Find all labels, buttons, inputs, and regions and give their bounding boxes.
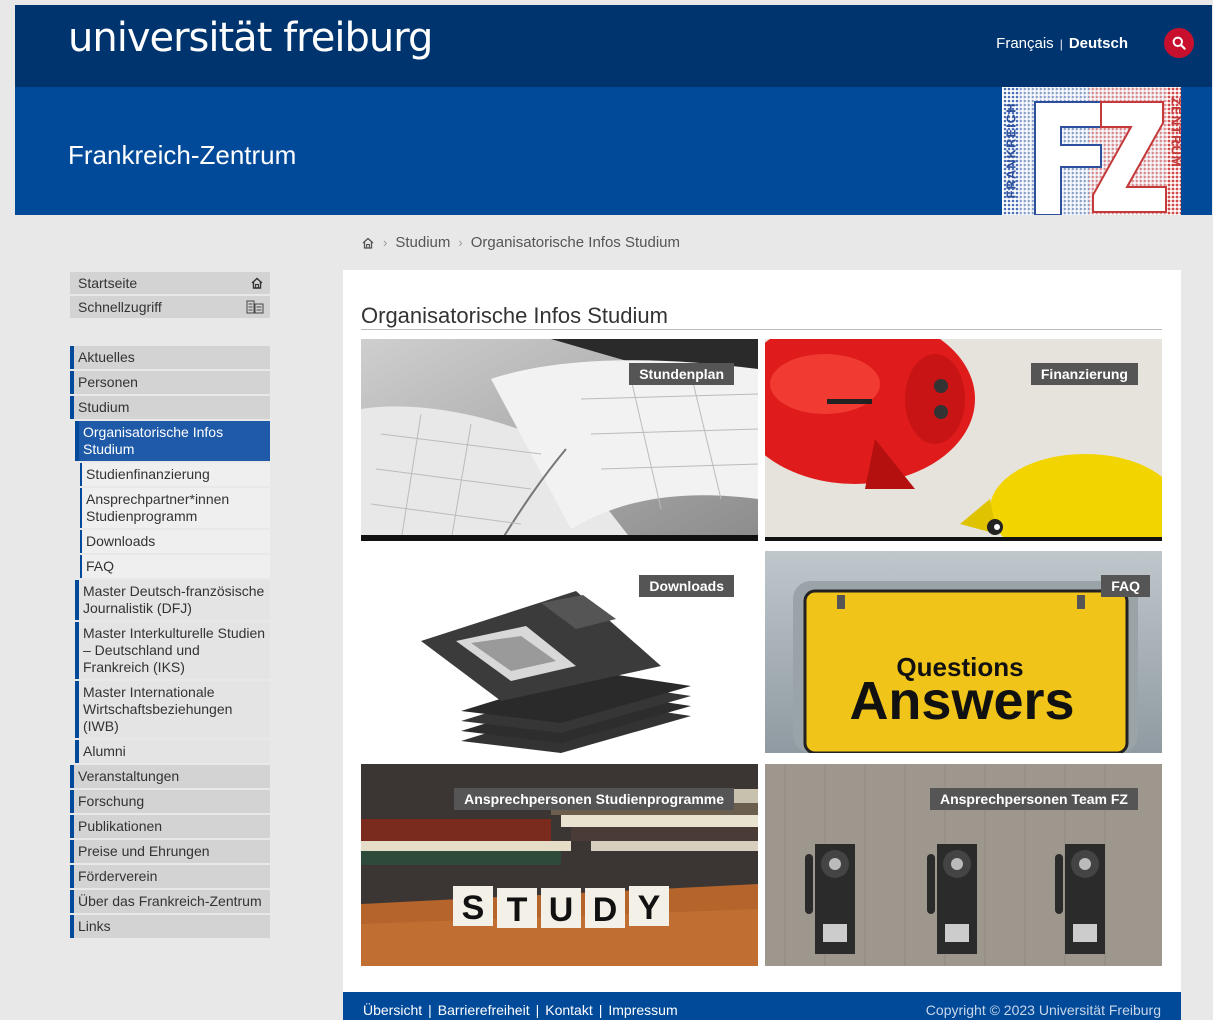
breadcrumb: › Studium › Organisatorische Infos Studi… [361, 234, 680, 251]
search-button[interactable] [1164, 28, 1194, 58]
footer-separator: | [428, 1002, 432, 1018]
menu-item-personen[interactable]: Personen [70, 371, 270, 394]
side-navigation: Startseite Schnellzugriff Aktuelles Pers… [70, 272, 270, 940]
footer-copyright: Copyright © 2023 Universität Freiburg [925, 1002, 1161, 1018]
menu-item-master-iwb[interactable]: Master Internationale Wirtschaftsbeziehu… [75, 681, 270, 738]
fz-logo-right-text: ZENTRUM [1168, 97, 1182, 168]
institute-title[interactable]: Frankreich-Zentrum [68, 140, 296, 171]
menu-item-veranstaltungen[interactable]: Veranstaltungen [70, 765, 270, 788]
tile-stundenplan[interactable]: Stundenplan [361, 339, 758, 541]
dice-letter: U [549, 891, 574, 929]
university-logo[interactable]: universität freiburg [68, 15, 433, 61]
institute-banner: Frankreich-Zentrum FRANKREICH ZENTRUM [15, 87, 1212, 215]
menu-item-publikationen[interactable]: Publikationen [70, 815, 270, 838]
breadcrumb-item-studium[interactable]: Studium [395, 234, 450, 251]
menu-item-links[interactable]: Links [70, 915, 270, 938]
fz-logo[interactable]: FRANKREICH ZENTRUM [1002, 87, 1181, 215]
quick-links: Startseite Schnellzugriff [70, 272, 270, 318]
lang-francais-link[interactable]: Français [996, 35, 1054, 52]
quick-link-startseite[interactable]: Startseite [70, 272, 270, 294]
tile-ansprechpersonen-studienprogramme[interactable]: S T U D Y Ansprechpersonen Studienprogra… [361, 764, 758, 966]
menu-item-foerderverein[interactable]: Förderverein [70, 865, 270, 888]
menu-item-faq[interactable]: FAQ [80, 555, 270, 578]
dice-letter: S [462, 889, 485, 927]
footer-link-uebersicht[interactable]: Übersicht [363, 1002, 422, 1018]
fz-logo-graphic [1003, 87, 1181, 215]
tile-label: Ansprechpersonen Studienprogramme [454, 788, 734, 810]
breadcrumb-separator: › [383, 235, 388, 250]
footer: Übersicht | Barrierefreiheit | Kontakt |… [343, 992, 1181, 1020]
tile-label: Finanzierung [1030, 363, 1138, 385]
tile-label: Stundenplan [629, 363, 734, 385]
footer-separator: | [598, 1002, 603, 1018]
quick-link-label: Startseite [78, 275, 138, 291]
quick-link-label: Schnellzugriff [78, 299, 162, 315]
dice-letter: Y [638, 889, 661, 927]
menu-item-ansprechpartner[interactable]: Ansprechpartner*innen Studienprogramm [80, 488, 270, 528]
top-bar: universität freiburg Français | Deutsch [15, 5, 1212, 87]
footer-link-impressum[interactable]: Impressum [608, 1002, 677, 1018]
title-divider [361, 329, 1162, 330]
breadcrumb-item-current: Organisatorische Infos Studium [470, 234, 680, 251]
dice-letter: D [593, 891, 618, 929]
tile-label: FAQ [1101, 575, 1150, 597]
tile-label: Ansprechpersonen Team FZ [929, 788, 1138, 810]
tile-faq[interactable]: Questions Answers FAQ [765, 551, 1162, 753]
menu-item-aktuelles[interactable]: Aktuelles [70, 346, 270, 369]
quick-link-schnellzugriff[interactable]: Schnellzugriff [70, 296, 270, 318]
tile-label: Downloads [639, 575, 734, 597]
tile-finanzierung[interactable]: Finanzierung [765, 339, 1162, 541]
dice-letter: T [507, 891, 528, 929]
footer-link-kontakt[interactable]: Kontakt [545, 1002, 592, 1018]
breadcrumb-separator: › [458, 235, 463, 250]
search-icon [1172, 36, 1186, 50]
menu-item-ueber-fz[interactable]: Über das Frankreich-Zentrum [70, 890, 270, 913]
menu-item-alumni[interactable]: Alumni [75, 740, 270, 763]
lang-deutsch-link[interactable]: Deutsch [1069, 35, 1128, 52]
footer-link-barrierefreiheit[interactable]: Barrierefreiheit [438, 1002, 530, 1018]
main-content: Organisatorische Infos Studium Stundenpl… [343, 270, 1181, 992]
tile-downloads[interactable]: Downloads [361, 551, 758, 753]
menu-item-preise[interactable]: Preise und Ehrungen [70, 840, 270, 863]
menu-item-master-dfj[interactable]: Master Deutsch-französische Journalistik… [75, 580, 270, 620]
main-menu: Aktuelles Personen Studium Organisatoris… [70, 346, 270, 938]
menu-item-organisatorische-infos[interactable]: Organisatorische Infos Studium [75, 421, 270, 461]
menu-item-studienfinanzierung[interactable]: Studienfinanzierung [80, 463, 270, 486]
menu-item-downloads[interactable]: Downloads [80, 530, 270, 553]
menu-item-forschung[interactable]: Forschung [70, 790, 270, 813]
menu-item-master-iks[interactable]: Master Interkulturelle Studien – Deutsch… [75, 622, 270, 679]
menu-item-studium[interactable]: Studium [70, 396, 270, 419]
sign-answers-text: Answers [849, 671, 1074, 731]
footer-links: Übersicht | Barrierefreiheit | Kontakt |… [363, 1002, 678, 1018]
footer-separator: | [535, 1002, 540, 1018]
page-title: Organisatorische Infos Studium [361, 303, 668, 328]
fz-logo-left-text: FRANKREICH [1003, 102, 1019, 199]
grid-icon [246, 300, 264, 314]
home-icon [251, 277, 263, 289]
home-icon[interactable] [361, 236, 375, 250]
language-switch: Français | Deutsch [996, 35, 1128, 52]
lang-separator: | [1059, 36, 1063, 51]
tile-ansprechpersonen-team-fz[interactable]: Ansprechpersonen Team FZ [765, 764, 1162, 966]
